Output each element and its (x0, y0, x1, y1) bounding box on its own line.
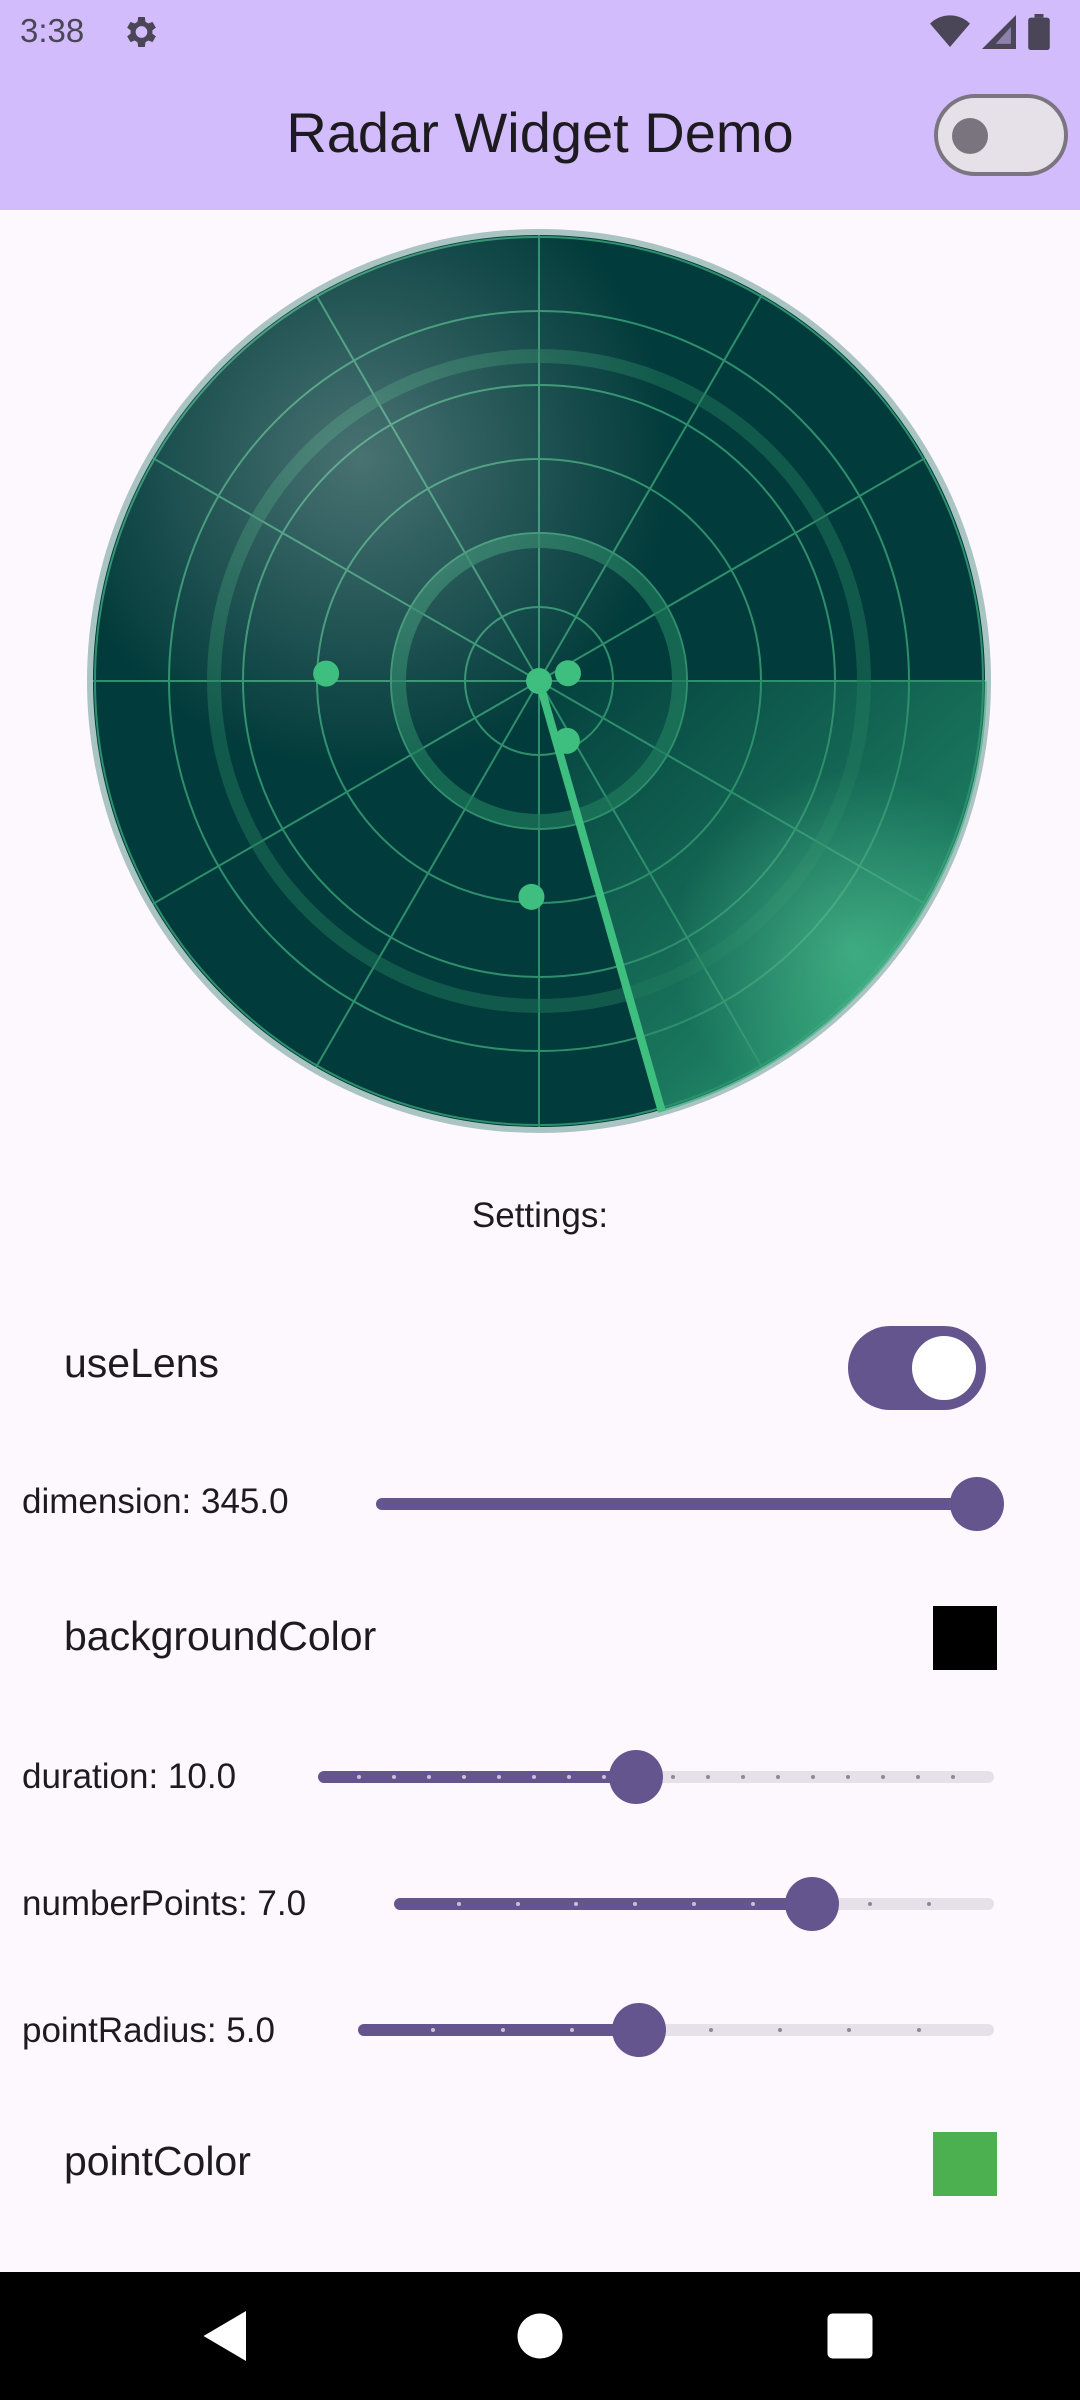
radar-point-2 (553, 727, 580, 754)
slider-tick (601, 1775, 606, 1779)
duration-slider[interactable] (318, 1745, 994, 1805)
use-lens-toggle[interactable] (848, 1326, 986, 1410)
use-lens-toggle-thumb (912, 1336, 976, 1400)
slider-thumb[interactable] (611, 2003, 666, 2057)
slider-track-fill (376, 1498, 998, 1510)
background-color-swatch[interactable] (933, 1606, 997, 1670)
slider-tick (868, 1902, 873, 1906)
app-title: Radar Widget Demo (286, 101, 794, 164)
slider-tick (846, 1775, 851, 1779)
slider-thumb[interactable] (609, 1750, 664, 1804)
slider-tick (566, 1775, 571, 1779)
use-lens-label: useLens (64, 1340, 220, 1386)
slider-tick (570, 2028, 574, 2032)
slider-tick (633, 1902, 638, 1906)
slider-tick (431, 2028, 436, 2032)
slider-tick (916, 2028, 921, 2032)
status-bar: 3:38 (0, 0, 1080, 64)
radar-point-3 (518, 883, 545, 910)
slider-tick (847, 2028, 852, 2032)
back-icon[interactable] (196, 2306, 256, 2366)
slider-tick (916, 1775, 921, 1779)
slider-ticks (358, 1998, 994, 2058)
slider-tick (706, 1775, 711, 1779)
slider-tick (531, 1775, 536, 1779)
radar-point-4 (313, 660, 340, 687)
app-bar: Radar Widget Demo (0, 64, 1080, 210)
slider-tick (778, 2028, 782, 2032)
point-color-swatch[interactable] (933, 2132, 997, 2196)
slider-tick (881, 1775, 886, 1779)
cellular-icon (982, 15, 1016, 49)
slider-ticks (394, 1872, 994, 1932)
slider-tick (500, 2028, 505, 2032)
number-points-slider[interactable] (394, 1872, 994, 1932)
slider-tick (515, 1902, 520, 1906)
slider-tick (356, 1775, 361, 1779)
navigation-bar (0, 2272, 1080, 2400)
slider-tick (741, 1775, 746, 1779)
radar-point-5 (526, 668, 552, 694)
wifi-icon (930, 15, 970, 47)
status-time: 3:38 (20, 12, 85, 49)
point-radius-slider[interactable] (358, 1998, 994, 2058)
theme-toggle[interactable] (934, 94, 1068, 176)
slider-tick (461, 1775, 466, 1779)
slider-thumb[interactable] (784, 1877, 839, 1931)
slider-tick (391, 1775, 396, 1779)
slider-tick (951, 1775, 956, 1779)
slider-tick (671, 1775, 676, 1779)
slider-tick (811, 1775, 816, 1779)
slider-thumb[interactable] (950, 1477, 1004, 1531)
point-color-label: pointColor (64, 2138, 251, 2184)
background-color-label: backgroundColor (64, 1613, 377, 1659)
duration-label: duration: 10.0 (22, 1757, 237, 1796)
dimension-label: dimension: 345.0 (22, 1482, 289, 1521)
home-icon[interactable] (510, 2306, 570, 2366)
battery-icon (1028, 14, 1050, 50)
slider-tick (574, 1902, 579, 1906)
slider-tick (750, 1902, 755, 1906)
slider-tick (456, 1902, 461, 1906)
slider-tick (496, 1775, 501, 1779)
settings-icon (127, 17, 156, 47)
radar-widget (87, 229, 991, 1133)
point-radius-label: pointRadius: 5.0 (22, 2011, 275, 2050)
slider-tick (776, 1775, 781, 1779)
slider-tick (426, 1775, 431, 1779)
slider-tick (692, 1902, 696, 1906)
slider-tick (708, 2028, 713, 2032)
dimension-slider[interactable] (376, 1472, 1004, 1532)
screen: 3:38 Radar Widget Demo Settings: useLens… (0, 0, 1080, 2400)
number-points-label: numberPoints: 7.0 (22, 1884, 307, 1923)
recents-icon[interactable] (820, 2306, 880, 2366)
radar-point-1 (554, 660, 581, 687)
settings-heading: Settings: (471, 1196, 609, 1235)
slider-tick (927, 1902, 932, 1906)
status-icons (930, 12, 1050, 52)
theme-toggle-thumb (952, 118, 988, 154)
